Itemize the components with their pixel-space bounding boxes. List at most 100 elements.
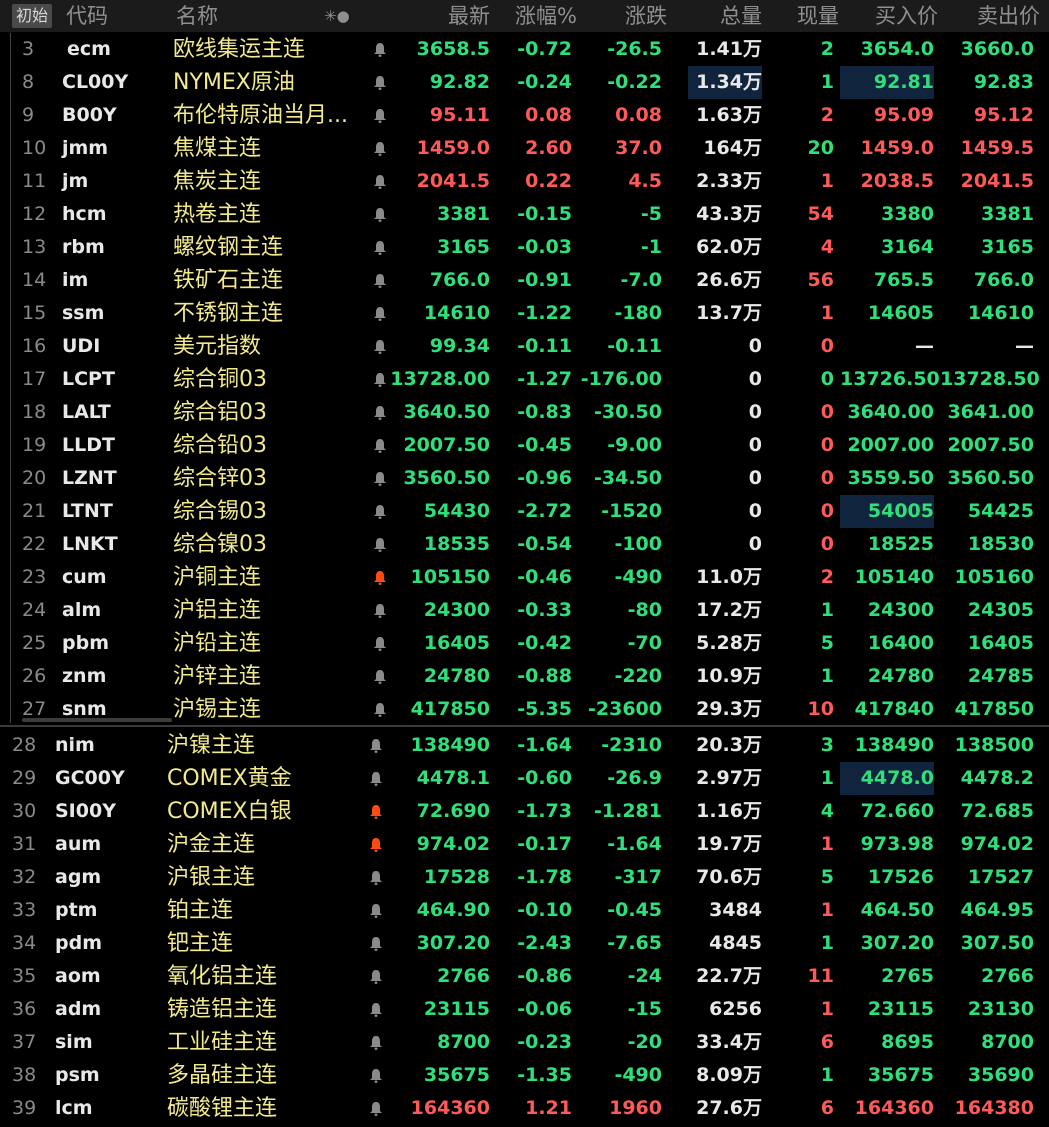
table-row[interactable]: 13 rbm 螺纹钢主连 3165 -0.03 -1 62.0万 4 3164 3165	[0, 231, 1049, 264]
alert-bell-icon[interactable]	[369, 1092, 383, 1125]
table-row[interactable]: 9 B00Y 布伦特原油当月... 95.11 0.08 0.08 1.63万 2 95.09 9…	[0, 99, 1049, 132]
symbol-code: GC00Y	[55, 767, 125, 789]
table-row[interactable]: 33 ptm 铂主连 464.90 -0.10 -0.45 3484 1 464.50 464.9…	[0, 894, 1049, 927]
header-ask[interactable]: 卖出价	[950, 0, 1040, 32]
current-volume: 5	[820, 632, 834, 654]
horizontal-scrollbar[interactable]	[22, 718, 172, 722]
bid-price: 13726.50	[840, 368, 940, 390]
table-row[interactable]: 11 jm 焦炭主连 2041.5 0.22 4.5 2.33万 1 2038.5 2041.5	[0, 165, 1049, 198]
table-row[interactable]: 30 SI00Y COMEX白银 72.690 -1.73 -1.281 1.16万 4 72.…	[0, 795, 1049, 828]
last-price: 2766	[437, 965, 490, 987]
header-chg[interactable]: 涨跌	[590, 0, 667, 32]
symbol-name: 工业硅主连	[167, 1030, 278, 1055]
bid-price: 14605	[867, 302, 934, 324]
initial-button[interactable]: 初始	[12, 4, 53, 28]
change-percent: -2.72	[517, 500, 572, 522]
header-code[interactable]: 代码	[66, 0, 108, 32]
change-percent: -1.73	[517, 800, 572, 822]
ask-price: 14610	[967, 302, 1034, 324]
table-row[interactable]: 22 LNKT 综合镍03 18535 -0.54 -100 0 0 18525 18530	[0, 528, 1049, 561]
last-price: 4478.1	[416, 767, 490, 789]
table-row[interactable]: 28 nim 沪镍主连 138490 -1.64 -2310 20.3万 3 138490 138…	[0, 729, 1049, 762]
last-price: 8700	[437, 1031, 490, 1053]
alert-bell-icon[interactable]	[369, 861, 383, 894]
table-row[interactable]: 10 jmm 焦煤主连 1459.0 2.60 37.0 164万 20 1459.0 1459.…	[0, 132, 1049, 165]
table-row[interactable]: 16 UDI 美元指数 99.34 -0.11 -0.11 0 0 — —	[0, 330, 1049, 363]
alert-bell-icon[interactable]	[369, 729, 383, 762]
header-name[interactable]: 名称	[176, 0, 218, 32]
table-row[interactable]: 24 alm 沪铝主连 24300 -0.33 -80 17.2万 1 24300 24305	[0, 594, 1049, 627]
table-row[interactable]: 14 im 铁矿石主连 766.0 -0.91 -7.0 26.6万 56 765.5 766.0	[0, 264, 1049, 297]
table-row[interactable]: 32 agm 沪银主连 17528 -1.78 -317 70.6万 5 17526 17527	[0, 861, 1049, 894]
current-volume: 0	[820, 335, 834, 357]
symbol-code: B00Y	[62, 104, 117, 126]
total-volume: 11.0万	[696, 566, 762, 588]
table-row[interactable]: 25 pbm 沪铅主连 16405 -0.42 -70 5.28万 5 16400 16405	[0, 627, 1049, 660]
table-row[interactable]: 15 ssm 不锈钢主连 14610 -1.22 -180 13.7万 1 14605 14610	[0, 297, 1049, 330]
table-row[interactable]: 36 adm 铸造铝主连 23115 -0.06 -15 6256 1 23115 23130	[0, 993, 1049, 1026]
table-row[interactable]: 34 pdm 钯主连 307.20 -2.43 -7.65 4845 1 307.20 307.5…	[0, 927, 1049, 960]
table-row[interactable]: 37 sim 工业硅主连 8700 -0.23 -20 33.4万 6 8695 8700	[0, 1026, 1049, 1059]
table-row[interactable]: 23 cum 沪铜主连 105150 -0.46 -490 11.0万 2 105140 1051…	[0, 561, 1049, 594]
change-percent: -0.96	[517, 467, 572, 489]
header-last[interactable]: 最新	[420, 0, 490, 32]
table-row[interactable]: 8 CL00Y NYMEX原油 92.82 -0.24 -0.22 1.34万 1 92.81 9…	[0, 66, 1049, 99]
table-row[interactable]: 31 aum 沪金主连 974.02 -0.17 -1.64 19.7万 1 973.98 974…	[0, 828, 1049, 861]
current-volume: 0	[820, 500, 834, 522]
last-price: 464.90	[416, 899, 490, 921]
change-amount: -317	[614, 866, 662, 888]
change-percent: -0.46	[517, 566, 572, 588]
bid-price: 24300	[867, 599, 934, 621]
table-row[interactable]: 26 znm 沪锌主连 24780 -0.88 -220 10.9万 1 24780 24785	[0, 660, 1049, 693]
change-percent: -0.24	[517, 71, 572, 93]
change-amount: -1520	[601, 500, 662, 522]
alert-bell-icon[interactable]	[369, 960, 383, 993]
current-volume: 1	[820, 170, 834, 192]
change-percent: -0.91	[517, 269, 572, 291]
alert-bell-icon[interactable]	[369, 927, 383, 960]
symbol-name: 螺纹钢主连	[173, 235, 284, 260]
total-volume: 70.6万	[696, 866, 762, 888]
alert-bell-icon[interactable]	[369, 795, 383, 828]
alert-bell-icon[interactable]	[369, 1059, 383, 1092]
header-icons[interactable]: ✳●	[324, 0, 350, 32]
alert-bell-icon[interactable]	[369, 762, 383, 795]
last-price: 92.82	[429, 71, 490, 93]
table-row[interactable]: 3 ecm 欧线集运主连 3658.5 -0.72 -26.5 1.41万 2 3654.0 36…	[0, 33, 1049, 66]
header-cur[interactable]: 现量	[775, 0, 839, 32]
table-row[interactable]: 19 LLDT 综合铅03 2007.50 -0.45 -9.00 0 0 2007.00 200…	[0, 429, 1049, 462]
symbol-code: agm	[55, 866, 102, 888]
total-volume: 8.09万	[696, 1064, 762, 1086]
alert-bell-icon[interactable]	[369, 894, 383, 927]
symbol-name: 综合铅03	[173, 433, 267, 458]
table-row[interactable]: 38 psm 多晶硅主连 35675 -1.35 -490 8.09万 1 35675 35690	[0, 1059, 1049, 1092]
bid-price: 24780	[867, 665, 934, 687]
alert-bell-icon[interactable]	[369, 993, 383, 1026]
table-row[interactable]: 39 lcm 碳酸锂主连 164360 1.21 1960 27.6万 6 164360 1643…	[0, 1092, 1049, 1125]
alert-bell-icon[interactable]	[369, 1026, 383, 1059]
change-amount: -180	[614, 302, 662, 324]
symbol-code: alm	[62, 599, 102, 621]
table-row[interactable]: 12 hcm 热卷主连 3381 -0.15 -5 43.3万 54 3380 3381	[0, 198, 1049, 231]
header-bid[interactable]: 买入价	[850, 0, 938, 32]
bid-price: 2007.00	[847, 434, 934, 456]
current-volume: 2	[820, 38, 834, 60]
change-percent: -5.35	[517, 698, 572, 720]
symbol-name: COMEX黄金	[167, 766, 292, 791]
alert-bell-icon[interactable]	[369, 828, 383, 861]
bid-price: 2038.5	[860, 170, 934, 192]
table-row[interactable]: 21 LTNT 综合锡03 54430 -2.72 -1520 0 0 54005 54425	[0, 495, 1049, 528]
row-seq: 22	[22, 533, 47, 555]
bid-price: 2765	[881, 965, 934, 987]
table-row[interactable]: 29 GC00Y COMEX黄金 4478.1 -0.60 -26.9 2.97万 1 4478…	[0, 762, 1049, 795]
table-row[interactable]: 17 LCPT 综合铜03 13728.00 -1.27 -176.00 0 0 13726.5…	[0, 363, 1049, 396]
change-amount: 1960	[609, 1097, 662, 1119]
change-percent: 1.21	[525, 1097, 572, 1119]
table-row[interactable]: 18 LALT 综合铝03 3640.50 -0.83 -30.50 0 0 3640.00 36…	[0, 396, 1049, 429]
row-seq: 8	[22, 71, 35, 93]
row-seq: 21	[22, 500, 47, 522]
header-vol[interactable]: 总量	[690, 0, 762, 32]
table-row[interactable]: 20 LZNT 综合锌03 3560.50 -0.96 -34.50 0 0 3559.50 35…	[0, 462, 1049, 495]
table-row[interactable]: 35 aom 氧化铝主连 2766 -0.86 -24 22.7万 11 2765 2766	[0, 960, 1049, 993]
header-pct[interactable]: 涨幅%	[495, 0, 577, 32]
